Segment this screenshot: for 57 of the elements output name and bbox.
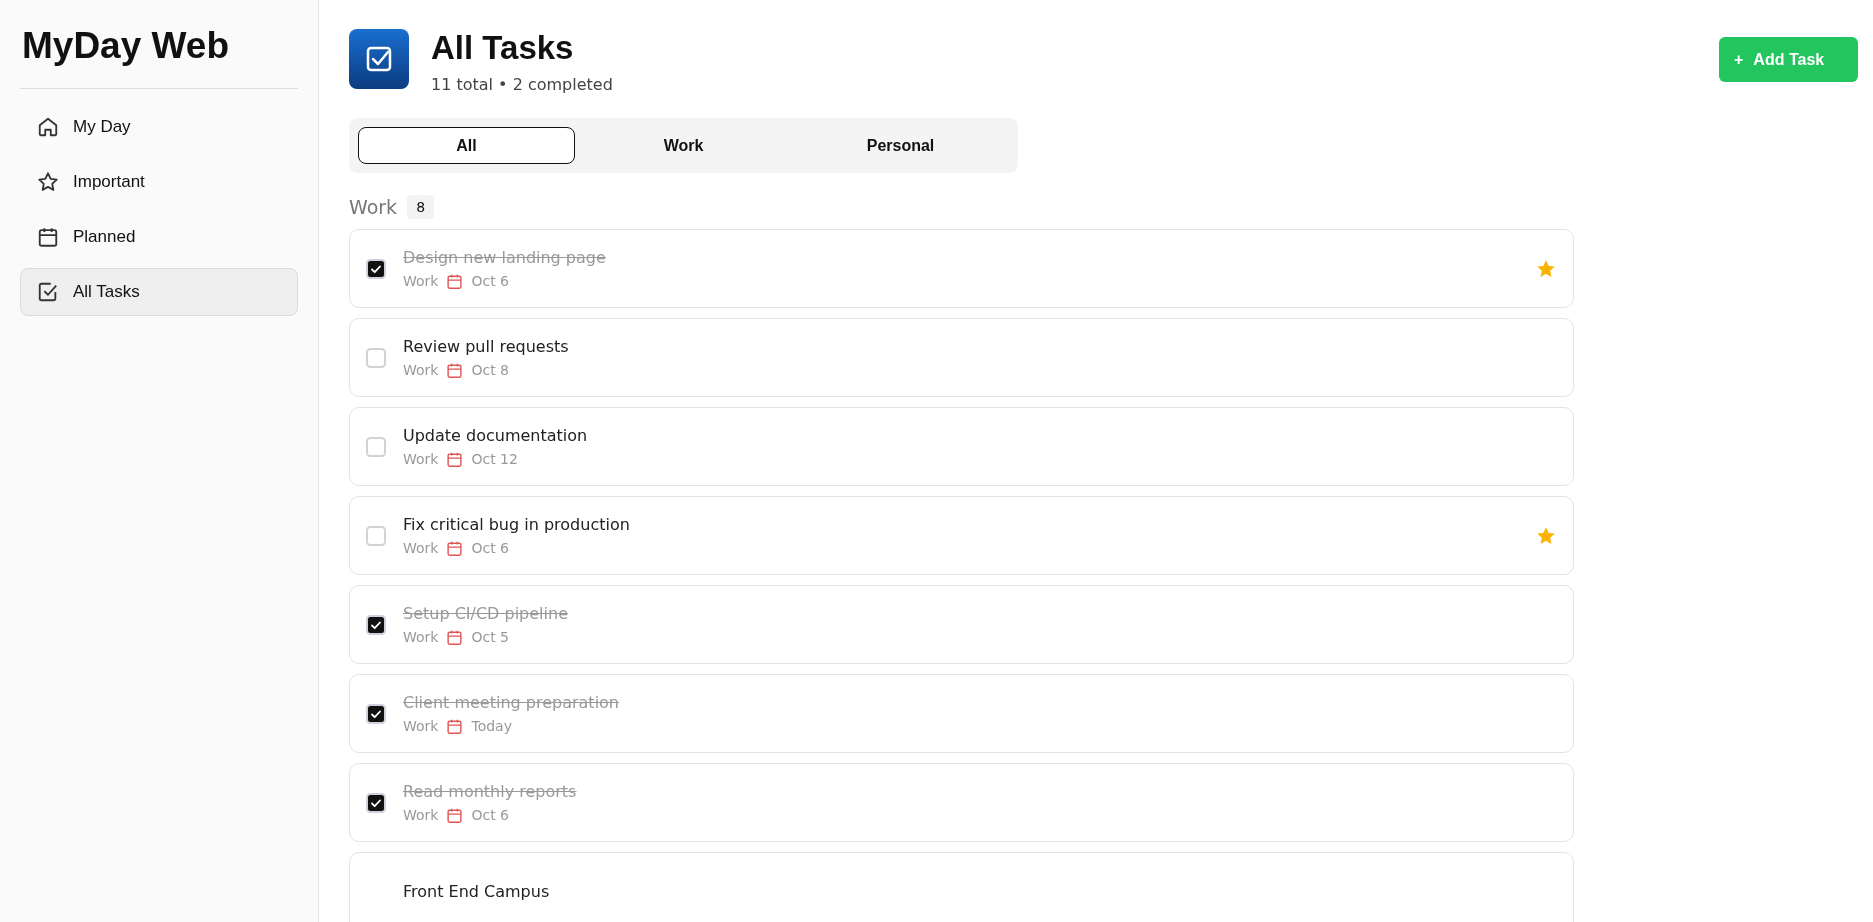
task-card[interactable]: Fix critical bug in production Work Oct 6 (349, 496, 1574, 575)
calendar-icon (37, 226, 59, 248)
page-title: All Tasks (431, 29, 575, 67)
calendar-icon (446, 717, 464, 735)
due-date: Oct 12 (471, 451, 518, 467)
task-checkbox[interactable] (366, 525, 386, 546)
due-date: Today (471, 718, 512, 734)
task-summary: 11 total • 2 completed (431, 75, 614, 94)
group-heading: Work (349, 196, 398, 218)
due-date: Oct 6 (471, 540, 510, 556)
checkbox-icon (349, 29, 409, 89)
task-category: Work (403, 540, 439, 556)
task-title: Review pull requests (403, 336, 570, 356)
task-checkbox[interactable] (366, 436, 386, 457)
task-title: Client meeting preparation (403, 692, 620, 712)
task-category: Work (403, 451, 439, 467)
task-title: Front End Campus (403, 882, 551, 901)
task-title: Fix critical bug in production (403, 514, 631, 534)
task-title: Design new landing page (403, 247, 607, 267)
task-category: Work (403, 807, 439, 823)
task-card[interactable]: Review pull requests Work Oct 8 (349, 318, 1574, 397)
task-checkbox[interactable] (366, 703, 386, 724)
task-title: Update documentation (403, 425, 589, 445)
task-card[interactable]: Front End Campus (349, 852, 1574, 922)
sidebar-item[interactable]: Important (20, 158, 298, 206)
task-category: Work (403, 718, 439, 734)
task-category: Work (403, 629, 439, 645)
task-card[interactable]: Update documentation Work Oct 12 (349, 407, 1574, 486)
app-title: MyDay Web (21, 24, 230, 68)
task-category: Work (403, 362, 439, 378)
task-count: 8 (407, 195, 435, 219)
calendar-icon (446, 628, 464, 646)
calendar-icon (446, 272, 464, 290)
home-icon (37, 116, 59, 138)
calendar-icon (446, 450, 464, 468)
due-date: Oct 5 (471, 629, 510, 645)
checkbox-icon (37, 281, 59, 303)
task-title: Read monthly reports (403, 781, 578, 801)
task-checkbox[interactable] (366, 347, 386, 368)
filter-tab[interactable]: Work (575, 127, 792, 164)
task-title: Setup CI/CD pipeline (403, 603, 569, 623)
task-checkbox[interactable] (366, 792, 386, 813)
task-category: Work (403, 273, 439, 289)
filter-tab[interactable]: All (358, 127, 575, 164)
due-date: Oct 6 (471, 273, 510, 289)
due-date: Oct 6 (471, 807, 510, 823)
task-checkbox[interactable] (366, 614, 386, 635)
sidebar-item[interactable]: My Day (20, 103, 298, 151)
calendar-icon (446, 539, 464, 557)
sidebar-item[interactable]: Planned (20, 213, 298, 261)
calendar-icon (446, 361, 464, 379)
star-icon (37, 171, 59, 193)
filter-tab[interactable]: Personal (792, 127, 1009, 164)
task-checkbox[interactable] (366, 258, 386, 279)
sidebar-item[interactable]: All Tasks (20, 268, 298, 316)
calendar-icon (446, 806, 464, 824)
due-date: Oct 8 (471, 362, 510, 378)
